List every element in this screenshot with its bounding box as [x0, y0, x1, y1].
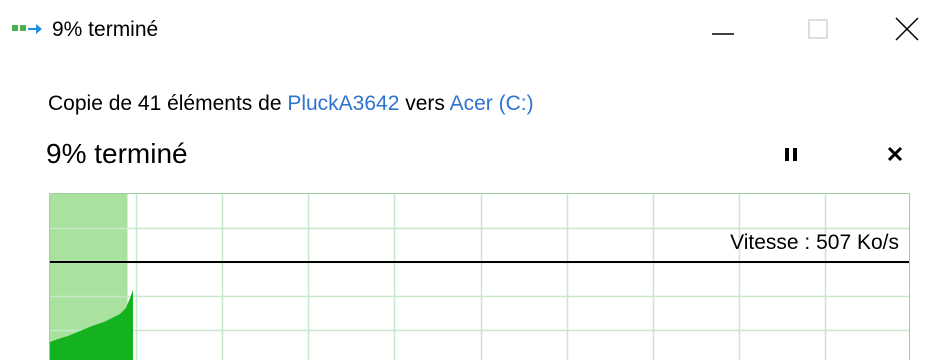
title-bar: 9% terminé: [0, 0, 930, 58]
maximize-button[interactable]: [795, 8, 841, 50]
close-icon: [895, 17, 919, 41]
close-window-button[interactable]: [884, 8, 930, 50]
graph-grid: [50, 194, 909, 360]
minimize-button[interactable]: [700, 8, 746, 50]
copy-middle-text: vers: [399, 92, 450, 115]
speed-label: Vitesse : 507 Ko/s: [730, 231, 899, 254]
copy-files-icon: [12, 22, 42, 36]
source-link[interactable]: PluckA3642: [287, 92, 399, 115]
pause-icon: [785, 148, 797, 161]
throughput-graph: Vitesse : 507 Ko/s: [49, 193, 910, 360]
copy-dialog-window: 9% terminé Copie de 41 éléments de Pluck…: [0, 0, 930, 360]
minimize-icon: [712, 33, 734, 35]
destination-link[interactable]: Acer (C:): [450, 92, 534, 115]
window-title: 9% terminé: [52, 18, 159, 41]
cancel-copy-button[interactable]: [880, 138, 912, 170]
throughput-graph-svg: [50, 194, 909, 360]
copy-description: Copie de 41 éléments de PluckA3642 vers …: [48, 91, 534, 117]
maximize-icon: [808, 19, 828, 39]
copy-prefix-text: Copie de 41 éléments de: [48, 92, 288, 115]
pause-button[interactable]: [776, 138, 808, 170]
progress-heading: 9% terminé: [46, 138, 188, 169]
cancel-icon: [887, 146, 903, 162]
